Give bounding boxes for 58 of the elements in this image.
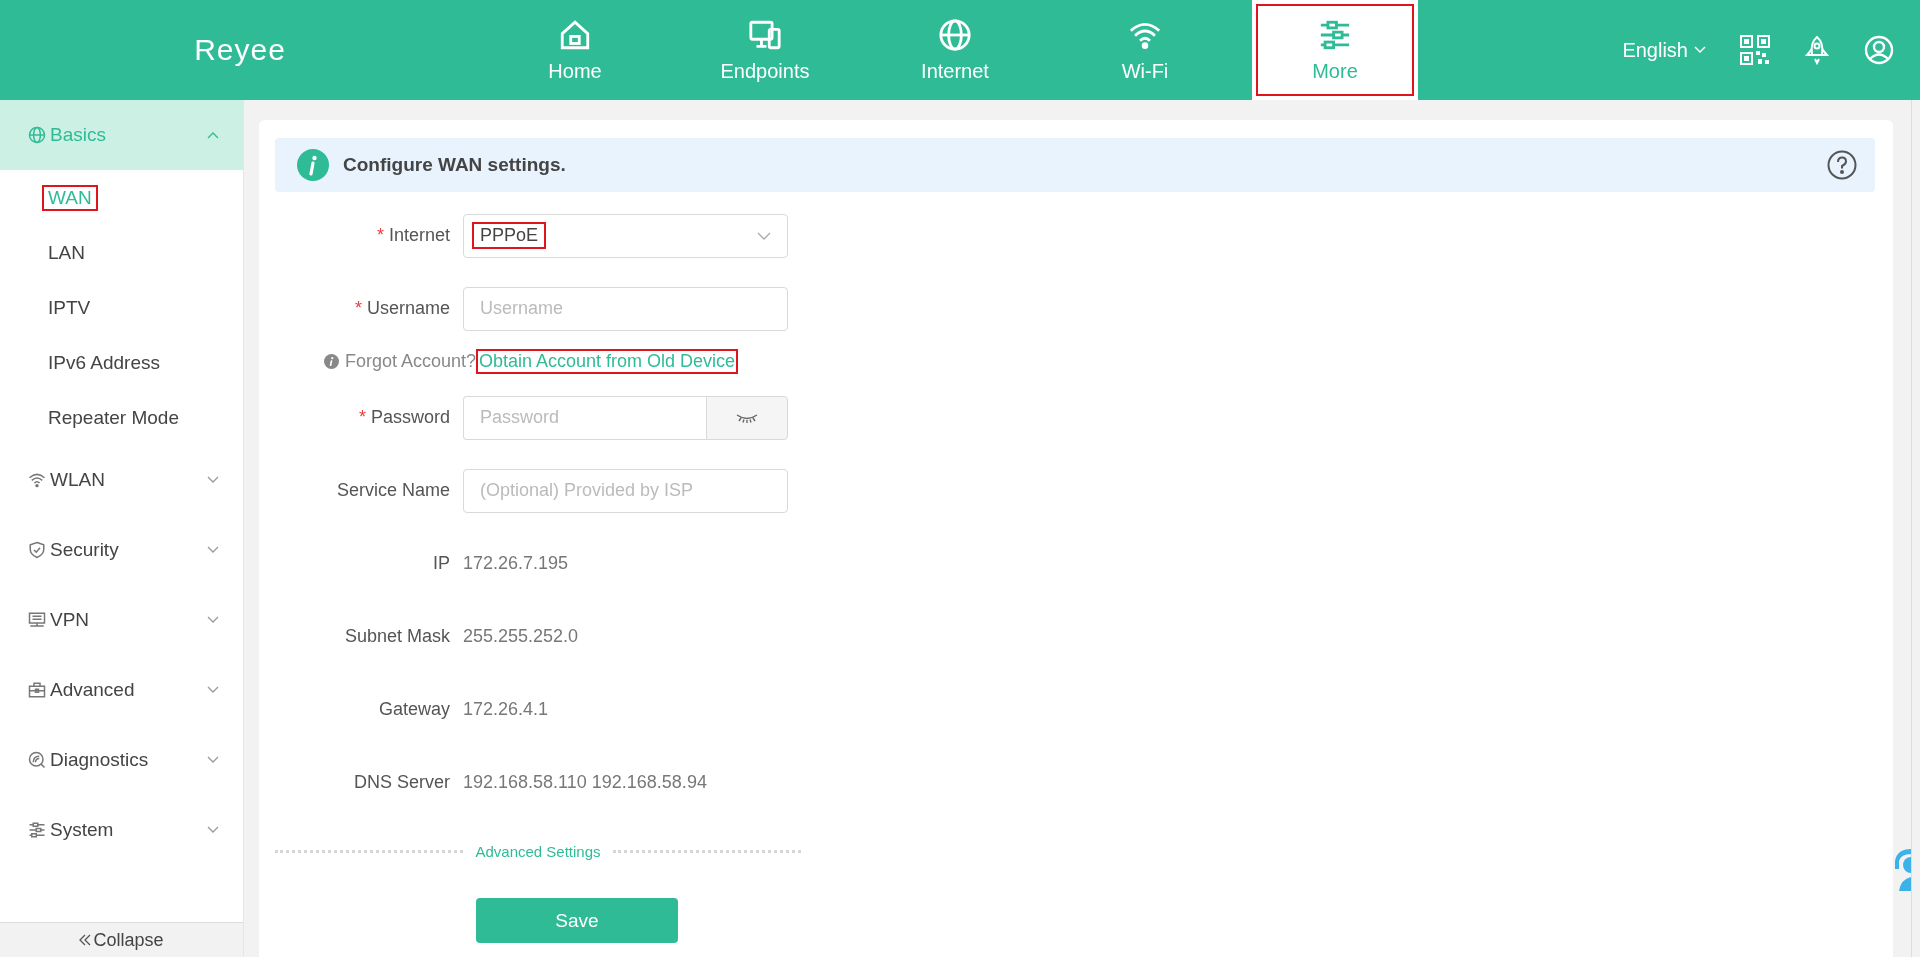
shield-icon (28, 541, 46, 559)
collapse-button[interactable]: Collapse (0, 922, 243, 957)
info-icon (323, 353, 339, 369)
rocket-icon[interactable] (1804, 35, 1830, 65)
caret-icon (1694, 46, 1706, 54)
chevron-up-icon (207, 131, 219, 139)
logo: Reyee (194, 33, 286, 67)
sidebar-group[interactable]: WLAN (0, 445, 243, 515)
eye-closed-icon[interactable] (706, 395, 788, 440)
field-label: IP (433, 553, 450, 574)
field-value: 255.255.252.0 (463, 626, 579, 647)
sidebar-group[interactable]: Security (0, 515, 243, 585)
sliders-icon (28, 821, 46, 839)
sidebar-item[interactable]: LAN (42, 239, 91, 266)
field-label: Username (366, 298, 450, 319)
diagnostics-icon (28, 751, 46, 769)
internet-dropdown[interactable]: PPPoE (463, 213, 788, 258)
password-field[interactable]: Password (463, 395, 706, 440)
field-value: 192.168.58.110 192.168.58.94 (463, 772, 707, 793)
hint-text: Forgot Account? (344, 350, 476, 372)
qr-code-icon[interactable] (1740, 35, 1770, 65)
sidebar-item[interactable]: IPTV (42, 294, 97, 321)
sidebar-group[interactable]: Diagnostics (0, 725, 243, 795)
required-mark: * (358, 407, 366, 428)
field-value: 172.26.7.195 (463, 553, 569, 574)
chevron-down-icon (207, 826, 219, 834)
sidebar-group[interactable]: VPN (0, 585, 243, 655)
field-value: 172.26.4.1 (463, 699, 549, 720)
field-label: DNS Server (353, 772, 450, 793)
required-mark: * (354, 298, 362, 319)
input-field[interactable]: (Optional) Provided by ISP (463, 468, 788, 513)
globe-icon (28, 126, 46, 144)
globe-icon (938, 17, 972, 52)
field-label: Gateway (378, 699, 450, 720)
sidebar-item[interactable]: Repeater Mode (42, 404, 185, 431)
chevron-down-icon (207, 686, 219, 694)
chevron-down-icon (207, 476, 219, 484)
field-label: Subnet Mask (344, 626, 450, 647)
input-field[interactable]: Username (463, 286, 788, 331)
field-label: Password (370, 407, 450, 428)
sidebar-group[interactable]: System (0, 795, 243, 865)
field-label: Internet (388, 225, 450, 246)
chevron-down-icon (207, 616, 219, 624)
double-chevron-icon (79, 934, 92, 946)
field-label: Service Name (336, 480, 450, 501)
chevron-down-icon (207, 756, 219, 764)
sidebar-item[interactable]: IPv6 Address (42, 349, 166, 376)
wifi-icon (28, 471, 46, 489)
toolbox-icon (28, 681, 46, 699)
monitor-icon (28, 611, 46, 629)
user-icon[interactable] (1864, 35, 1894, 65)
banner-text: Configure WAN settings. (343, 154, 567, 176)
sidebar-group[interactable]: Advanced (0, 655, 243, 725)
info-icon (297, 149, 329, 181)
caret-icon (757, 231, 771, 240)
chevron-down-icon (207, 546, 219, 554)
required-mark: * (376, 225, 384, 246)
help-icon[interactable] (1827, 150, 1857, 180)
